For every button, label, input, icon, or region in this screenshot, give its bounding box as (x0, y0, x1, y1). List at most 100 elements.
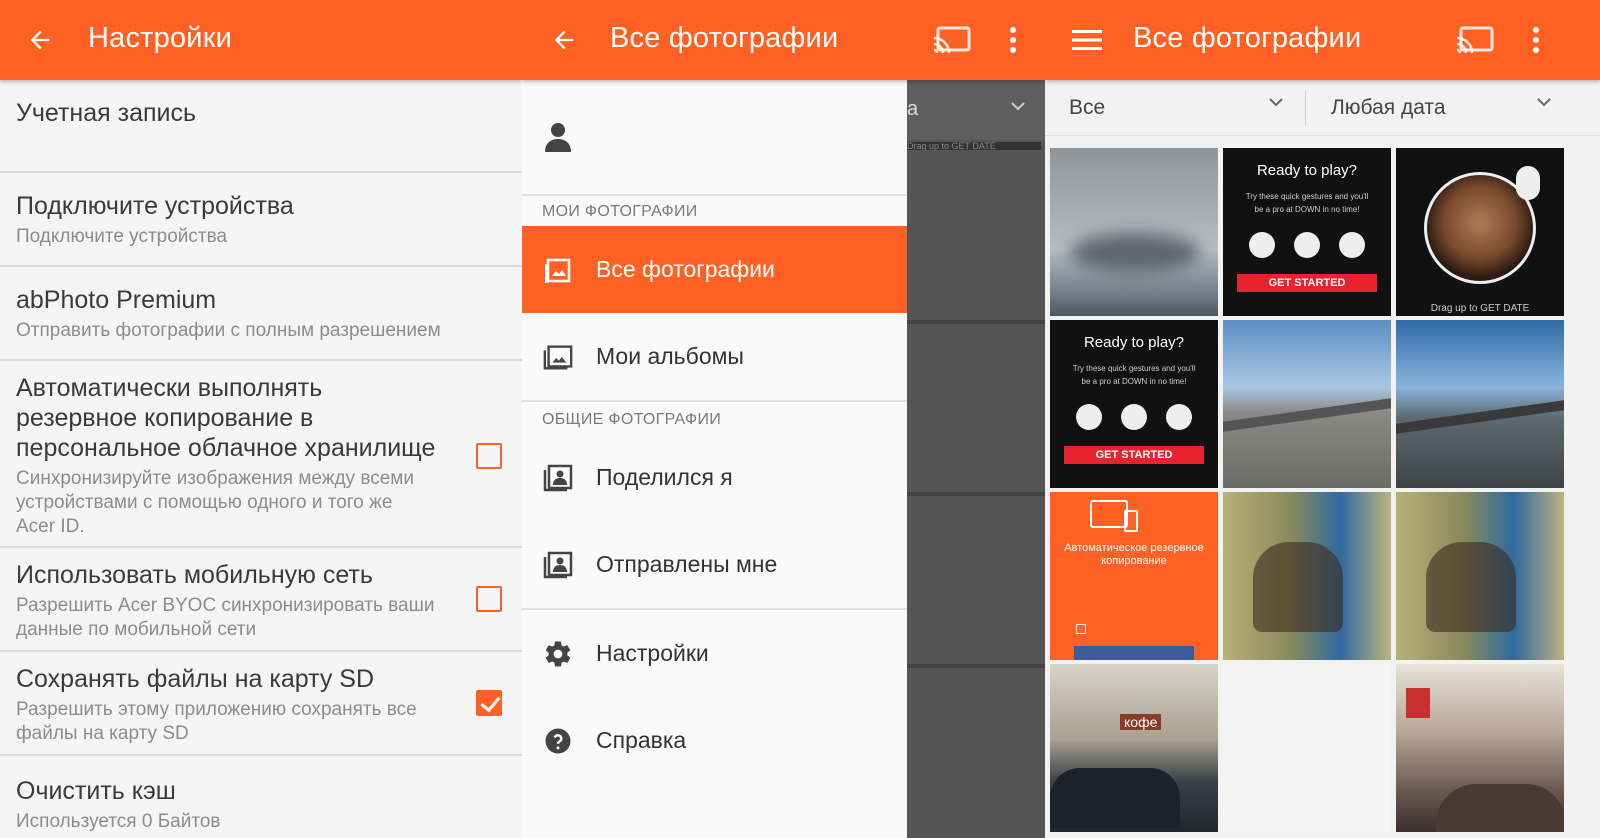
person-icon (545, 123, 571, 152)
tile-text: Try these quick gestures and you'll (1245, 192, 1369, 201)
drawer-screen: Все фотографии а Drag up to GET DATE МОИ… (522, 0, 1045, 838)
section-shared-photos: ОБЩИЕ ФОТОГРАФИИ (542, 411, 722, 428)
photo-tile-portrait[interactable]: Drag up to GET DATE (1396, 148, 1564, 316)
photo-tile-tutorial[interactable]: Ready to play? Try these quick gestures … (1223, 148, 1391, 316)
tile-text: Ready to play? (1083, 334, 1185, 351)
setting-save-sd[interactable]: Сохранять файлы на карту SD Разрешить эт… (0, 652, 522, 756)
get-started-label: GET STARTED (1064, 446, 1204, 464)
setting-title: Учетная запись (16, 99, 197, 127)
photo-tile-empty[interactable] (1223, 664, 1391, 832)
drawer-item-shared-with-me[interactable]: Отправлены мне (522, 521, 907, 608)
setting-title: Подключите устройства (16, 192, 294, 220)
cloud-shape (1070, 233, 1200, 273)
setting-mobile-network[interactable]: Использовать мобильную сеть Разрешить Ac… (0, 548, 522, 652)
setting-subtitle: Разрешить Acer BYOC синхронизировать ваш… (16, 595, 435, 616)
drawer-item-my-albums[interactable]: Мои альбомы (522, 313, 907, 400)
tile-text: be a pro at DOWN in no time! (1254, 205, 1360, 214)
tile-text: be a pro at DOWN in no time! (1081, 377, 1187, 386)
setting-subtitle: Подключите устройства (16, 226, 228, 247)
section-my-photos: МОИ ФОТОГРАФИИ (542, 203, 698, 220)
page-title: Настройки (88, 22, 232, 54)
setting-auto-backup[interactable]: Автоматически выполнять резервное копиро… (0, 361, 522, 548)
setting-title: Сохранять файлы на карту SD (16, 665, 374, 693)
tile-text: копирование (1101, 555, 1167, 567)
mini-checkbox (1076, 624, 1086, 634)
dimmed-gallery-background: а Drag up to GET DATE (907, 80, 1045, 838)
photo-tile-sky[interactable] (1050, 148, 1218, 316)
type-filter-value: Все (1069, 96, 1106, 119)
mobile-network-checkbox[interactable] (476, 586, 502, 612)
drawer-item-label: Справка (596, 727, 687, 753)
people-shape (1253, 542, 1343, 632)
back-arrow-icon[interactable] (544, 20, 584, 60)
photo-icon (542, 254, 574, 286)
bridge-shape (1223, 398, 1391, 432)
menu-icon[interactable] (1067, 20, 1107, 60)
setting-account[interactable]: Учетная запись (0, 80, 522, 173)
sign-shape (1406, 688, 1430, 718)
gallery-screen: Все фотографии Все Любая дата Ready to p… (1045, 0, 1600, 838)
setting-subtitle: устройствами с помощью одного и того же (16, 492, 393, 513)
drawer-item-label: Мои альбомы (596, 343, 744, 369)
navigation-drawer: МОИ ФОТОГРАФИИ Все фотографии Мои альбом… (522, 80, 907, 838)
filter-bar: Все Любая дата (1045, 80, 1600, 136)
more-vert-icon[interactable] (993, 20, 1033, 60)
shop-sign: кофе (1120, 714, 1162, 730)
save-sd-checkbox[interactable] (476, 690, 502, 716)
bridge-shape (1396, 400, 1564, 434)
gesture-icon (1076, 404, 1102, 430)
photo-tile-road[interactable] (1396, 320, 1564, 488)
setting-subtitle: Используется 0 Байтов (16, 811, 221, 832)
more-vert-icon[interactable] (1516, 20, 1556, 60)
gesture-icon (1121, 404, 1147, 430)
chevron-down-icon (1269, 98, 1283, 107)
photo-tile-street[interactable]: кофе (1050, 664, 1218, 832)
setting-subtitle: файлы на карту SD (16, 723, 189, 744)
photo-tile-backup-promo[interactable]: Автоматическое резервное копирование (1050, 492, 1218, 660)
settings-screen: Настройки Учетная запись Подключите устр… (0, 0, 522, 838)
grid-gap (907, 664, 1045, 668)
gallery-app-bar: Все фотографии (1045, 0, 1600, 80)
chevron-down-icon (1537, 98, 1551, 107)
photo-tile-street[interactable] (1396, 664, 1564, 832)
cast-icon[interactable] (1455, 20, 1495, 60)
date-filter-select[interactable]: Любая дата (1331, 80, 1561, 136)
tile-text: Ready to play? (1256, 162, 1358, 179)
gesture-icon (1249, 232, 1275, 258)
setting-premium[interactable]: abPhoto Premium Отправить фотографии с п… (0, 267, 522, 361)
tile-text: Try these quick gestures and you'll (1072, 364, 1196, 373)
settings-app-bar: Настройки (0, 0, 522, 80)
car-shape (1436, 784, 1564, 832)
help-icon (542, 725, 574, 757)
drawer-divider (522, 400, 907, 402)
photo-tile-tutorial[interactable]: Ready to play? Try these quick gestures … (1050, 320, 1218, 488)
setting-subtitle: Отправить фотографии с полным разрешение… (16, 320, 441, 341)
setting-title: Очистить кэш (16, 777, 176, 805)
gear-icon (542, 638, 574, 670)
type-filter-select[interactable]: Все (1069, 80, 1289, 136)
setting-clear-cache[interactable]: Очистить кэш Используется 0 Байтов (0, 756, 522, 838)
drawer-item-all-photos[interactable]: Все фотографии (522, 226, 907, 313)
background-filter: а (907, 80, 1045, 140)
page-title: Все фотографии (610, 22, 839, 54)
photo-tile-metro[interactable] (1223, 492, 1391, 660)
setting-title: abPhoto Premium (16, 286, 217, 314)
photo-tile-road[interactable] (1223, 320, 1391, 488)
phone-shape (1124, 510, 1138, 532)
drawer-item-shared-by-me[interactable]: Поделился я (522, 434, 907, 521)
cast-icon[interactable] (932, 20, 972, 60)
grid-gap (907, 320, 1045, 324)
drawer-profile[interactable] (522, 80, 907, 196)
date-filter-value: Любая дата (1331, 96, 1446, 119)
drawer-item-label: Настройки (596, 640, 709, 666)
setting-subtitle: Разрешить этому приложению сохранять все (16, 699, 417, 720)
drawer-item-settings[interactable]: Настройки (522, 610, 907, 697)
auto-backup-checkbox[interactable] (476, 443, 502, 469)
back-arrow-icon[interactable] (20, 20, 60, 60)
shared-with-me-icon (542, 549, 574, 581)
background-filter-text: а (907, 98, 919, 120)
photo-tile-metro[interactable] (1396, 492, 1564, 660)
page-title: Все фотографии (1133, 22, 1362, 54)
setting-connect-devices[interactable]: Подключите устройства Подключите устройс… (0, 173, 522, 267)
drawer-item-help[interactable]: Справка (522, 697, 907, 784)
